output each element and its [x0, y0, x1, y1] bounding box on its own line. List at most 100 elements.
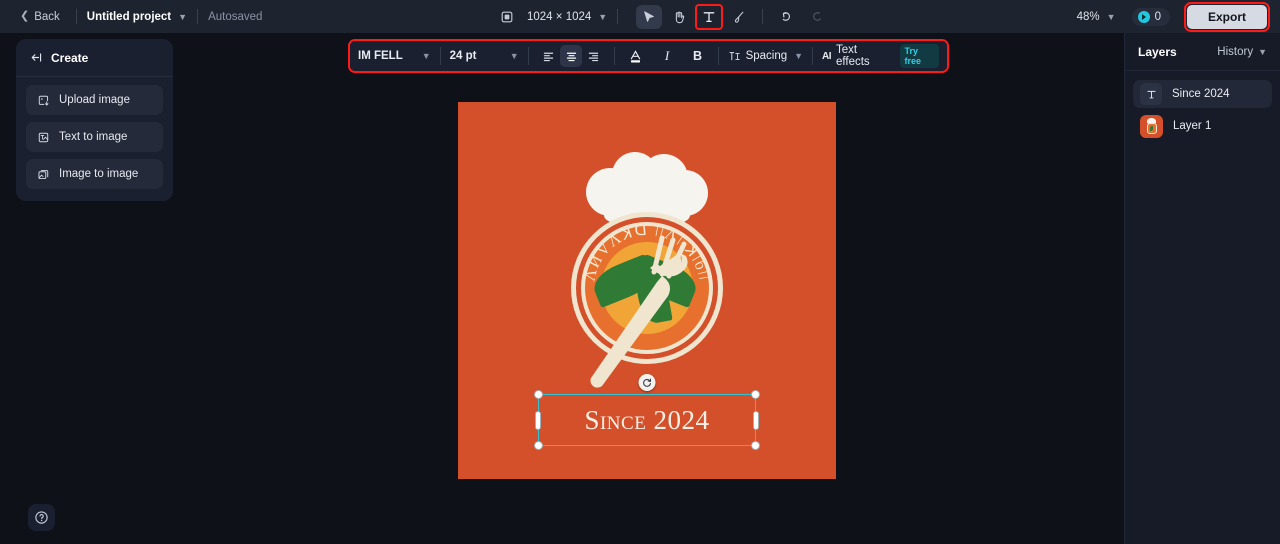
spacing-dropdown[interactable]: Spacing ▼	[728, 50, 803, 63]
chevron-down-icon: ▼	[421, 51, 431, 61]
bold-button[interactable]: B	[686, 45, 708, 67]
back-label: Back	[34, 10, 60, 23]
chevron-down-icon: ▼	[794, 51, 804, 61]
history-dropdown[interactable]: History ▼	[1217, 46, 1267, 58]
history-buttons	[773, 5, 829, 29]
chevron-left-icon: ❮	[20, 10, 30, 22]
font-size-select[interactable]: 24 pt ▼	[450, 50, 519, 62]
tool-group	[636, 3, 752, 30]
resize-handle-bottom-left[interactable]	[534, 441, 543, 450]
layer-thumbnail	[1140, 114, 1163, 138]
layers-list: Since 2024 Layer 1	[1125, 71, 1280, 149]
font-size-value: 24 pt	[449, 50, 477, 62]
spacing-icon	[728, 50, 741, 63]
zoom-level[interactable]: 48%	[1077, 11, 1100, 23]
canvas-size-value[interactable]: 1024 × 1024	[527, 11, 591, 23]
history-label: History	[1217, 45, 1254, 58]
text-to-image-label: Text to image	[59, 131, 128, 143]
image-editor-app: ❮ Back Untitled project ▼ Autosaved 1024…	[0, 0, 1280, 544]
brush-tool[interactable]	[726, 5, 752, 29]
layer-name: Layer 1	[1173, 120, 1212, 132]
italic-label: I	[664, 48, 670, 63]
create-panel-body: Upload image Text to image Image to imag…	[16, 77, 173, 201]
try-free-badge[interactable]: Try free	[899, 44, 940, 68]
project-name[interactable]: Untitled project	[87, 11, 171, 23]
logo-artwork: ɅИVɅꓘꓷ ǀǀɅǀ ꓘǀбǀǀ	[532, 150, 762, 400]
chevron-down-icon[interactable]: ▼	[1107, 12, 1116, 22]
divider	[812, 47, 813, 65]
credits-badge[interactable]: 0	[1131, 7, 1170, 26]
help-icon	[35, 511, 48, 524]
autosaved-status: Autosaved	[208, 10, 263, 23]
resize-icon[interactable]	[495, 5, 519, 29]
hand-tool[interactable]	[666, 5, 692, 29]
artboard[interactable]: ɅИVɅꓘꓷ ǀǀɅǀ ꓘǀбǀǀ Since 2024	[458, 102, 836, 479]
coin-icon	[1137, 10, 1150, 23]
text-selection-box[interactable]: Since 2024	[534, 390, 760, 450]
text-effects-label: Text effects	[836, 44, 870, 68]
text-tool[interactable]	[695, 3, 724, 30]
text-layer-icon	[1140, 83, 1162, 105]
align-left-button[interactable]	[538, 45, 560, 67]
canvas-text-since[interactable]: Since 2024	[539, 395, 755, 445]
top-bar-right: 48% ▼ 0 Export	[1077, 0, 1270, 33]
divider	[439, 47, 441, 65]
layer-row-layer-1[interactable]: Layer 1	[1133, 112, 1272, 140]
undo-button[interactable]	[773, 5, 799, 29]
resize-handle-right[interactable]	[753, 411, 759, 430]
collapse-panel-icon[interactable]	[30, 51, 43, 64]
resize-handle-bottom-right[interactable]	[751, 441, 760, 450]
upload-image-button[interactable]: Upload image	[26, 85, 163, 115]
image-to-image-button[interactable]: Image to image	[26, 159, 163, 189]
top-bar-center-tools: 1024 × 1024 ▼	[495, 0, 829, 33]
resize-handle-top-left[interactable]	[534, 390, 543, 399]
layers-panel: Layers History ▼ Since 2024 Layer 1	[1124, 33, 1280, 544]
chevron-down-icon[interactable]: ▼	[178, 12, 187, 22]
divider	[75, 9, 77, 24]
create-panel-header: Create	[16, 39, 173, 77]
fork-icon	[590, 235, 688, 388]
chevron-down-icon: ▼	[1258, 46, 1267, 57]
image-to-image-icon	[37, 168, 50, 181]
upload-image-icon	[37, 94, 50, 107]
export-button[interactable]: Export	[1186, 4, 1267, 29]
chevron-down-icon: ▼	[509, 51, 519, 61]
align-right-button[interactable]	[582, 45, 604, 67]
select-tool[interactable]	[636, 4, 663, 29]
create-panel-title: Create	[51, 50, 89, 65]
upload-image-label: Upload image	[59, 94, 130, 106]
back-button[interactable]: ❮ Back	[14, 7, 66, 27]
create-panel: Create Upload image Text to image Image …	[16, 39, 173, 201]
rotate-handle[interactable]	[638, 374, 656, 391]
italic-button[interactable]: I	[656, 45, 678, 67]
divider	[717, 47, 719, 65]
divider	[617, 9, 619, 24]
chevron-down-icon[interactable]: ▼	[598, 12, 607, 22]
divider	[762, 9, 764, 24]
redo-button[interactable]	[803, 5, 829, 29]
divider	[527, 47, 529, 65]
credits-count: 0	[1154, 10, 1161, 23]
bold-label: B	[692, 49, 702, 63]
top-bar-left: ❮ Back Untitled project ▼ Autosaved	[0, 7, 262, 27]
text-effects-button[interactable]: AI Text effects Try free	[822, 44, 940, 68]
divider	[197, 9, 199, 24]
align-center-button[interactable]	[559, 45, 583, 67]
text-color-button[interactable]	[624, 45, 648, 67]
font-family-select[interactable]: IM FELL ▼	[358, 50, 431, 62]
text-to-image-button[interactable]: Text to image	[26, 122, 163, 152]
canvas-area[interactable]: ɅИVɅꓘꓷ ǀǀɅǀ ꓘǀбǀǀ Since 2024	[458, 102, 836, 479]
help-button[interactable]	[28, 504, 55, 531]
export-highlight: Export	[1183, 1, 1270, 32]
layers-title: Layers	[1138, 44, 1177, 59]
text-to-image-icon	[37, 131, 50, 144]
text-toolbar-highlight: IM FELL ▼ 24 pt ▼ I B Spacing ▼ AI Text …	[348, 39, 949, 73]
layers-panel-header: Layers History ▼	[1125, 33, 1280, 71]
resize-handle-top-right[interactable]	[751, 390, 760, 399]
layer-name: Since 2024	[1172, 88, 1230, 100]
top-bar: ❮ Back Untitled project ▼ Autosaved 1024…	[0, 0, 1280, 33]
resize-handle-left[interactable]	[535, 411, 541, 430]
spacing-label: Spacing	[745, 50, 788, 62]
layer-row-since-2024[interactable]: Since 2024	[1133, 80, 1272, 108]
font-family-value: IM FELL	[358, 50, 403, 62]
